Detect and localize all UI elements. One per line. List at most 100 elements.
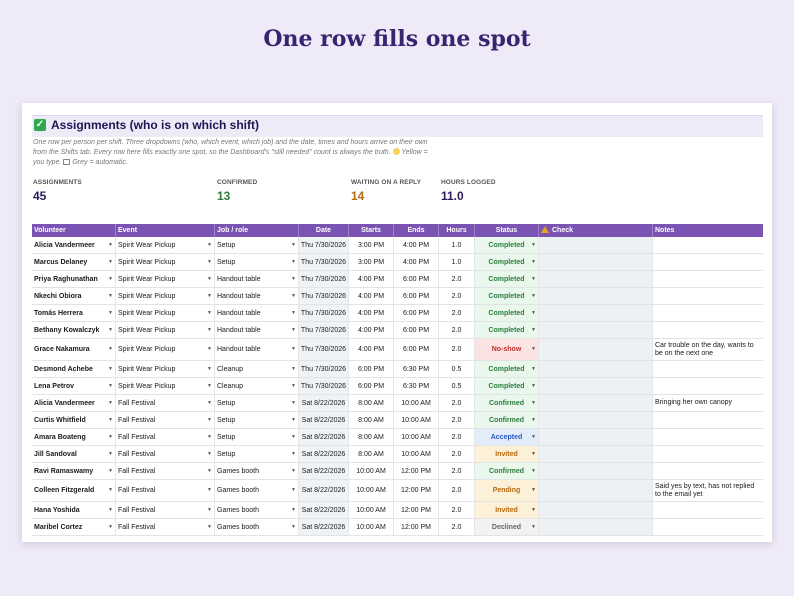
job-cell[interactable]: Handout table ▼ xyxy=(215,288,299,304)
volunteer-cell[interactable]: Alicia Vandermeer ▼ xyxy=(32,395,116,411)
dropdown-arrow-icon[interactable]: ▼ xyxy=(531,433,536,442)
dropdown-arrow-icon[interactable]: ▼ xyxy=(531,309,536,318)
dropdown-arrow-icon[interactable]: ▼ xyxy=(531,450,536,459)
status-cell[interactable]: Pending ▼ xyxy=(475,480,539,501)
dropdown-arrow-icon[interactable]: ▼ xyxy=(108,382,113,391)
dropdown-arrow-icon[interactable]: ▼ xyxy=(531,365,536,374)
column-header-hours[interactable]: Hours xyxy=(439,224,475,237)
dropdown-arrow-icon[interactable]: ▼ xyxy=(108,241,113,250)
dropdown-arrow-icon[interactable]: ▼ xyxy=(108,399,113,408)
event-cell[interactable]: Spirit Wear Pickup ▼ xyxy=(116,288,215,304)
event-cell[interactable]: Fall Festival ▼ xyxy=(116,446,215,462)
volunteer-cell[interactable]: Desmond Achebe ▼ xyxy=(32,361,116,377)
notes-cell[interactable]: Said yes by text, has not replied to the… xyxy=(653,480,763,501)
volunteer-cell[interactable]: Bethany Kowalczyk ▼ xyxy=(32,322,116,338)
job-cell[interactable]: Games booth ▼ xyxy=(215,463,299,479)
dropdown-arrow-icon[interactable]: ▼ xyxy=(291,433,296,442)
status-cell[interactable]: Completed ▼ xyxy=(475,237,539,253)
event-cell[interactable]: Spirit Wear Pickup ▼ xyxy=(116,339,215,360)
status-cell[interactable]: Confirmed ▼ xyxy=(475,412,539,428)
dropdown-arrow-icon[interactable]: ▼ xyxy=(531,382,536,391)
status-cell[interactable]: Completed ▼ xyxy=(475,271,539,287)
status-cell[interactable]: Completed ▼ xyxy=(475,254,539,270)
volunteer-cell[interactable]: Lena Petrov ▼ xyxy=(32,378,116,394)
status-cell[interactable]: Invited ▼ xyxy=(475,502,539,518)
dropdown-arrow-icon[interactable]: ▼ xyxy=(207,382,212,391)
dropdown-arrow-icon[interactable]: ▼ xyxy=(291,292,296,301)
status-cell[interactable]: Completed ▼ xyxy=(475,322,539,338)
event-cell[interactable]: Fall Festival ▼ xyxy=(116,502,215,518)
dropdown-arrow-icon[interactable]: ▼ xyxy=(108,258,113,267)
dropdown-arrow-icon[interactable]: ▼ xyxy=(531,241,536,250)
dropdown-arrow-icon[interactable]: ▼ xyxy=(207,365,212,374)
notes-cell[interactable] xyxy=(653,519,763,535)
job-cell[interactable]: Cleanup ▼ xyxy=(215,378,299,394)
dropdown-arrow-icon[interactable]: ▼ xyxy=(108,433,113,442)
dropdown-arrow-icon[interactable]: ▼ xyxy=(108,292,113,301)
dropdown-arrow-icon[interactable]: ▼ xyxy=(291,241,296,250)
dropdown-arrow-icon[interactable]: ▼ xyxy=(207,433,212,442)
notes-cell[interactable] xyxy=(653,412,763,428)
job-cell[interactable]: Setup ▼ xyxy=(215,429,299,445)
dropdown-arrow-icon[interactable]: ▼ xyxy=(207,345,212,354)
event-cell[interactable]: Spirit Wear Pickup ▼ xyxy=(116,361,215,377)
dropdown-arrow-icon[interactable]: ▼ xyxy=(291,399,296,408)
dropdown-arrow-icon[interactable]: ▼ xyxy=(291,523,296,532)
event-cell[interactable]: Fall Festival ▼ xyxy=(116,412,215,428)
dropdown-arrow-icon[interactable]: ▼ xyxy=(291,416,296,425)
dropdown-arrow-icon[interactable]: ▼ xyxy=(207,275,212,284)
volunteer-cell[interactable]: Priya Raghunathan ▼ xyxy=(32,271,116,287)
job-cell[interactable]: Setup ▼ xyxy=(215,446,299,462)
dropdown-arrow-icon[interactable]: ▼ xyxy=(207,292,212,301)
event-cell[interactable]: Fall Festival ▼ xyxy=(116,519,215,535)
event-cell[interactable]: Spirit Wear Pickup ▼ xyxy=(116,378,215,394)
volunteer-cell[interactable]: Tomás Herrera ▼ xyxy=(32,305,116,321)
event-cell[interactable]: Fall Festival ▼ xyxy=(116,395,215,411)
status-cell[interactable]: Completed ▼ xyxy=(475,378,539,394)
status-cell[interactable]: No-show ▼ xyxy=(475,339,539,360)
notes-cell[interactable] xyxy=(653,237,763,253)
dropdown-arrow-icon[interactable]: ▼ xyxy=(207,523,212,532)
dropdown-arrow-icon[interactable]: ▼ xyxy=(108,309,113,318)
column-header-starts[interactable]: Starts xyxy=(349,224,394,237)
job-cell[interactable]: Cleanup ▼ xyxy=(215,361,299,377)
column-header-notes[interactable]: Notes xyxy=(653,224,763,237)
dropdown-arrow-icon[interactable]: ▼ xyxy=(291,275,296,284)
volunteer-cell[interactable]: Nkechi Obiora ▼ xyxy=(32,288,116,304)
event-cell[interactable]: Fall Festival ▼ xyxy=(116,463,215,479)
dropdown-arrow-icon[interactable]: ▼ xyxy=(531,486,536,495)
dropdown-arrow-icon[interactable]: ▼ xyxy=(291,326,296,335)
dropdown-arrow-icon[interactable]: ▼ xyxy=(108,416,113,425)
event-cell[interactable]: Spirit Wear Pickup ▼ xyxy=(116,271,215,287)
event-cell[interactable]: Spirit Wear Pickup ▼ xyxy=(116,322,215,338)
status-cell[interactable]: Invited ▼ xyxy=(475,446,539,462)
dropdown-arrow-icon[interactable]: ▼ xyxy=(108,345,113,354)
dropdown-arrow-icon[interactable]: ▼ xyxy=(531,416,536,425)
job-cell[interactable]: Handout table ▼ xyxy=(215,271,299,287)
job-cell[interactable]: Setup ▼ xyxy=(215,254,299,270)
status-cell[interactable]: Confirmed ▼ xyxy=(475,395,539,411)
status-cell[interactable]: Completed ▼ xyxy=(475,361,539,377)
notes-cell[interactable] xyxy=(653,502,763,518)
dropdown-arrow-icon[interactable]: ▼ xyxy=(207,241,212,250)
volunteer-cell[interactable]: Colleen Fitzgerald ▼ xyxy=(32,480,116,501)
status-cell[interactable]: Confirmed ▼ xyxy=(475,463,539,479)
notes-cell[interactable] xyxy=(653,271,763,287)
notes-cell[interactable]: Car trouble on the day, wants to be on t… xyxy=(653,339,763,360)
dropdown-arrow-icon[interactable]: ▼ xyxy=(291,506,296,515)
dropdown-arrow-icon[interactable]: ▼ xyxy=(207,467,212,476)
volunteer-cell[interactable]: Jill Sandoval ▼ xyxy=(32,446,116,462)
column-header-event[interactable]: Event xyxy=(116,224,215,237)
dropdown-arrow-icon[interactable]: ▼ xyxy=(207,258,212,267)
job-cell[interactable]: Games booth ▼ xyxy=(215,502,299,518)
notes-cell[interactable] xyxy=(653,288,763,304)
notes-cell[interactable] xyxy=(653,378,763,394)
dropdown-arrow-icon[interactable]: ▼ xyxy=(291,467,296,476)
volunteer-cell[interactable]: Maribel Cortez ▼ xyxy=(32,519,116,535)
job-cell[interactable]: Setup ▼ xyxy=(215,395,299,411)
job-cell[interactable]: Handout table ▼ xyxy=(215,339,299,360)
column-header-date[interactable]: Date xyxy=(299,224,349,237)
dropdown-arrow-icon[interactable]: ▼ xyxy=(207,450,212,459)
column-header-job[interactable]: Job / role xyxy=(215,224,299,237)
notes-cell[interactable] xyxy=(653,254,763,270)
